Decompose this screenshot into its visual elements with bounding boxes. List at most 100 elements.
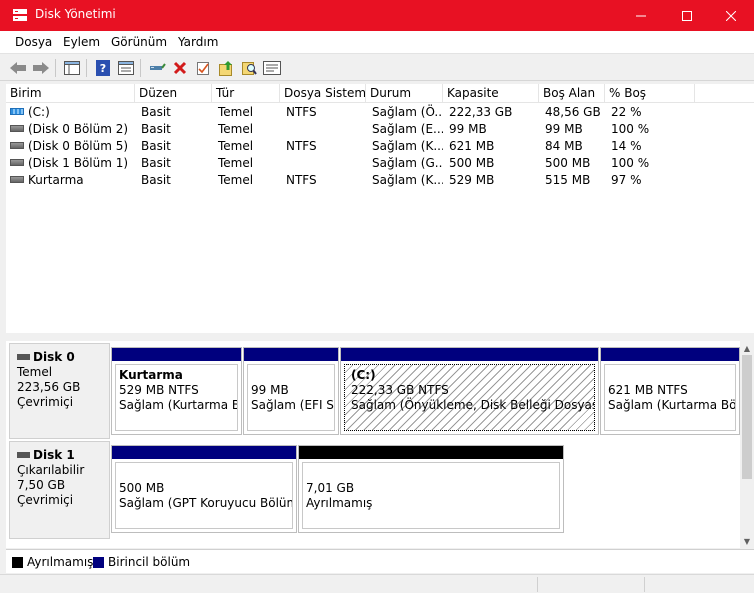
maximize-button[interactable] xyxy=(664,0,710,31)
table-row[interactable]: Kurtarma Basit Temel NTFS Sağlam (K... 5… xyxy=(6,172,754,189)
minimize-icon xyxy=(636,15,646,16)
partition-kurtarma[interactable]: Kurtarma 529 MB NTFS Sağlam (Kurtarma Bö… xyxy=(111,347,242,435)
cell-fs: NTFS xyxy=(286,173,317,187)
properties-icon xyxy=(118,61,134,75)
cell-birim: (C:) xyxy=(28,105,50,119)
cell-fs xyxy=(282,155,366,172)
delete-button[interactable] xyxy=(170,58,190,78)
table-row[interactable]: (Disk 0 Bölüm 2) Basit Temel Sağlam (E..… xyxy=(6,121,754,138)
cell-birim: (Disk 1 Bölüm 1) xyxy=(28,156,129,170)
column-header-yuzde-bos[interactable]: % Boş xyxy=(605,84,695,103)
forward-arrow-icon xyxy=(33,62,49,74)
partition-size: 7,01 GB xyxy=(306,481,355,495)
rescan-button[interactable] xyxy=(262,58,282,78)
column-header-dosya-sistemi[interactable]: Dosya Sistemi xyxy=(280,84,366,103)
partition-size: 99 MB xyxy=(251,383,289,397)
export-button[interactable] xyxy=(216,58,236,78)
column-header-kapasite[interactable]: Kapasite xyxy=(443,84,539,103)
partition-status: Sağlam (Kurtarma Böl xyxy=(119,398,238,412)
cell-durum: Sağlam (Ö... xyxy=(372,105,443,119)
unallocated-space[interactable]: 7,01 GB Ayrılmamış xyxy=(298,445,564,533)
disk-status: Çevrimiçi xyxy=(17,395,74,409)
unallocated-bar xyxy=(299,446,563,459)
properties-button[interactable] xyxy=(116,58,136,78)
back-arrow-icon xyxy=(10,62,26,74)
primary-partition-bar xyxy=(112,348,241,361)
disk-management-window: Disk Yönetimi Dosya Eylem Görünüm Yardım xyxy=(0,0,754,593)
toolbar: ? xyxy=(0,53,754,81)
cell-duzen: Basit xyxy=(141,156,171,170)
cell-birim: (Disk 0 Bölüm 5) xyxy=(28,139,129,153)
menu-dosya[interactable]: Dosya xyxy=(15,35,52,49)
cell-yuzde-bos: 22 % xyxy=(611,105,642,119)
cell-fs xyxy=(282,121,366,138)
volume-list[interactable]: Birim Düzen Tür Dosya Sistemi Durum Kapa… xyxy=(6,84,754,333)
search-button[interactable] xyxy=(239,58,259,78)
cell-kapasite: 99 MB xyxy=(449,122,487,136)
cell-yuzde-bos: 100 % xyxy=(611,122,650,136)
cell-durum: Sağlam (G... xyxy=(372,156,443,170)
partition-status: Ayrılmamış xyxy=(306,496,373,510)
partition-title: (C:) xyxy=(351,368,376,382)
disk-name: Disk 0 xyxy=(33,350,75,364)
cell-durum: Sağlam (K... xyxy=(372,173,443,187)
volume-icon xyxy=(10,176,24,183)
legend: Ayrılmamış Birincil bölüm xyxy=(6,549,754,573)
cell-tur: Temel xyxy=(218,173,254,187)
column-header-duzen[interactable]: Düzen xyxy=(135,84,212,103)
partition-c[interactable]: (C:) 222,33 GB NTFS Sağlam (Önyükleme, D… xyxy=(340,347,599,435)
connect-drive-button[interactable] xyxy=(147,58,167,78)
menu-bar: Dosya Eylem Görünüm Yardım xyxy=(0,31,754,53)
table-row[interactable]: (Disk 0 Bölüm 5) Basit Temel NTFS Sağlam… xyxy=(6,138,754,155)
scroll-up-arrow-icon[interactable]: ▲ xyxy=(740,341,754,355)
show-hide-console-tree-button[interactable] xyxy=(62,58,82,78)
pane-splitter[interactable] xyxy=(6,333,754,341)
cell-bos-alan: 84 MB xyxy=(545,139,583,153)
check-button[interactable] xyxy=(193,58,213,78)
cell-yuzde-bos: 97 % xyxy=(611,173,642,187)
back-button[interactable] xyxy=(8,58,28,78)
cell-tur: Temel xyxy=(218,105,254,119)
close-button[interactable] xyxy=(708,0,754,31)
disk-type: Çıkarılabilir xyxy=(17,463,85,477)
menu-yardim[interactable]: Yardım xyxy=(178,35,218,49)
partition-recovery-2[interactable]: 621 MB NTFS Sağlam (Kurtarma Bölü xyxy=(600,347,740,435)
export-icon xyxy=(219,61,232,76)
menu-eylem[interactable]: Eylem xyxy=(63,35,100,49)
partition-size: 529 MB NTFS xyxy=(119,383,199,397)
cell-birim: Kurtarma xyxy=(28,173,84,187)
disk-1-label[interactable]: Disk 1 Çıkarılabilir 7,50 GB Çevrimiçi xyxy=(9,441,110,539)
column-header-birim[interactable]: Birim xyxy=(6,84,135,103)
cell-duzen: Basit xyxy=(141,122,171,136)
disk-0-label[interactable]: Disk 0 Temel 223,56 GB Çevrimiçi xyxy=(9,343,110,439)
cell-durum: Sağlam (E... xyxy=(372,122,443,136)
column-header-tur[interactable]: Tür xyxy=(212,84,280,103)
title-bar: Disk Yönetimi xyxy=(0,0,754,31)
cell-kapasite: 222,33 GB xyxy=(449,105,513,119)
partition-status: Sağlam (Kurtarma Bölü xyxy=(608,398,736,412)
table-row[interactable]: (Disk 1 Bölüm 1) Basit Temel Sağlam (G..… xyxy=(6,155,754,172)
delete-icon xyxy=(173,61,187,75)
column-header-durum[interactable]: Durum xyxy=(366,84,443,103)
partition-gpt-protective[interactable]: 500 MB Sağlam (GPT Koruyucu Bölüm) xyxy=(111,445,297,533)
vertical-scrollbar[interactable]: ▲ ▼ xyxy=(740,341,754,548)
cell-birim: (Disk 0 Bölüm 2) xyxy=(28,122,129,136)
table-row[interactable]: (C:) Basit Temel NTFS Sağlam (Ö... 222,3… xyxy=(6,104,754,121)
legend-primary: Birincil bölüm xyxy=(108,555,191,569)
toolbar-separator xyxy=(86,59,87,77)
column-header-bos-alan[interactable]: Boş Alan xyxy=(539,84,605,103)
minimize-button[interactable] xyxy=(618,0,664,31)
partition-status: Sağlam (GPT Koruyucu Bölüm) xyxy=(119,496,293,510)
scrollbar-thumb[interactable] xyxy=(742,355,752,479)
cell-duzen: Basit xyxy=(141,105,171,119)
partition-size: 621 MB NTFS xyxy=(608,383,688,397)
cell-tur: Temel xyxy=(218,122,254,136)
list-header: Birim Düzen Tür Dosya Sistemi Durum Kapa… xyxy=(6,84,754,103)
scroll-down-arrow-icon[interactable]: ▼ xyxy=(740,534,754,548)
partition-size: 500 MB xyxy=(119,481,165,495)
primary-partition-bar xyxy=(601,348,739,361)
help-button[interactable]: ? xyxy=(93,58,113,78)
menu-gorunum[interactable]: Görünüm xyxy=(111,35,167,49)
partition-efi[interactable]: 99 MB Sağlam (EFI Sist xyxy=(243,347,339,435)
forward-button[interactable] xyxy=(31,58,51,78)
